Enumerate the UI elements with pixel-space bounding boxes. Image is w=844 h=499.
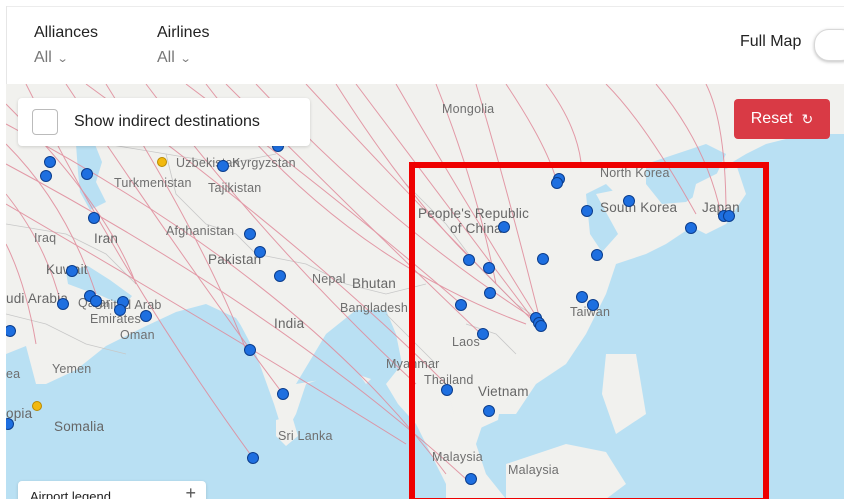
alliances-value: All [34,49,52,66]
airport-marker-secondary[interactable] [157,157,167,167]
airlines-filter[interactable]: Airlines All ⌄ [157,24,209,67]
chevron-down-icon: ⌄ [179,52,192,65]
full-map-toggle[interactable] [814,29,844,61]
indirect-destinations-checkbox[interactable] [32,109,58,135]
divider [6,6,844,7]
alliances-filter[interactable]: Alliances All ⌄ [34,24,98,67]
airport-marker[interactable] [244,228,256,240]
indirect-destinations-control[interactable]: Show indirect destinations [18,98,310,146]
airport-marker[interactable] [40,170,52,182]
airport-marker-secondary[interactable] [32,401,42,411]
airport-marker[interactable] [114,304,126,316]
airport-marker[interactable] [6,325,16,337]
route-map[interactable]: Mongolia Uzbekistan Kyrgyzstan Turkmenis… [6,84,844,499]
reset-label: Reset [750,110,793,127]
indirect-destinations-label: Show indirect destinations [74,113,260,130]
full-map-label: Full Map [740,33,802,50]
alliances-select[interactable]: All ⌄ [34,49,98,67]
airlines-value: All [157,49,175,66]
highlight-box [409,162,769,499]
airport-marker[interactable] [81,168,93,180]
airport-marker[interactable] [90,295,102,307]
airlines-label: Airlines [157,24,210,41]
filter-bar: Alliances All ⌄ Airlines All ⌄ Full Map [0,0,844,84]
airport-marker[interactable] [140,310,152,322]
airport-marker[interactable] [217,160,229,172]
airport-marker[interactable] [66,265,78,277]
airport-marker[interactable] [88,212,100,224]
airport-marker[interactable] [6,418,14,430]
divider [6,6,7,84]
plus-icon[interactable]: + [185,483,196,499]
airport-marker[interactable] [247,452,259,464]
airport-marker[interactable] [274,270,286,282]
refresh-icon: ↻ [801,110,814,127]
airport-marker[interactable] [57,298,69,310]
airport-marker[interactable] [254,246,266,258]
airlines-select[interactable]: All ⌄ [157,49,209,67]
airport-marker[interactable] [277,388,289,400]
reset-button[interactable]: Reset ↻ [734,99,830,139]
airport-legend[interactable]: Airport legend + [18,481,206,499]
airport-marker[interactable] [244,344,256,356]
airport-legend-title: Airport legend [30,489,111,499]
chevron-down-icon: ⌄ [56,52,69,65]
airport-marker[interactable] [44,156,56,168]
alliances-label: Alliances [34,24,99,41]
